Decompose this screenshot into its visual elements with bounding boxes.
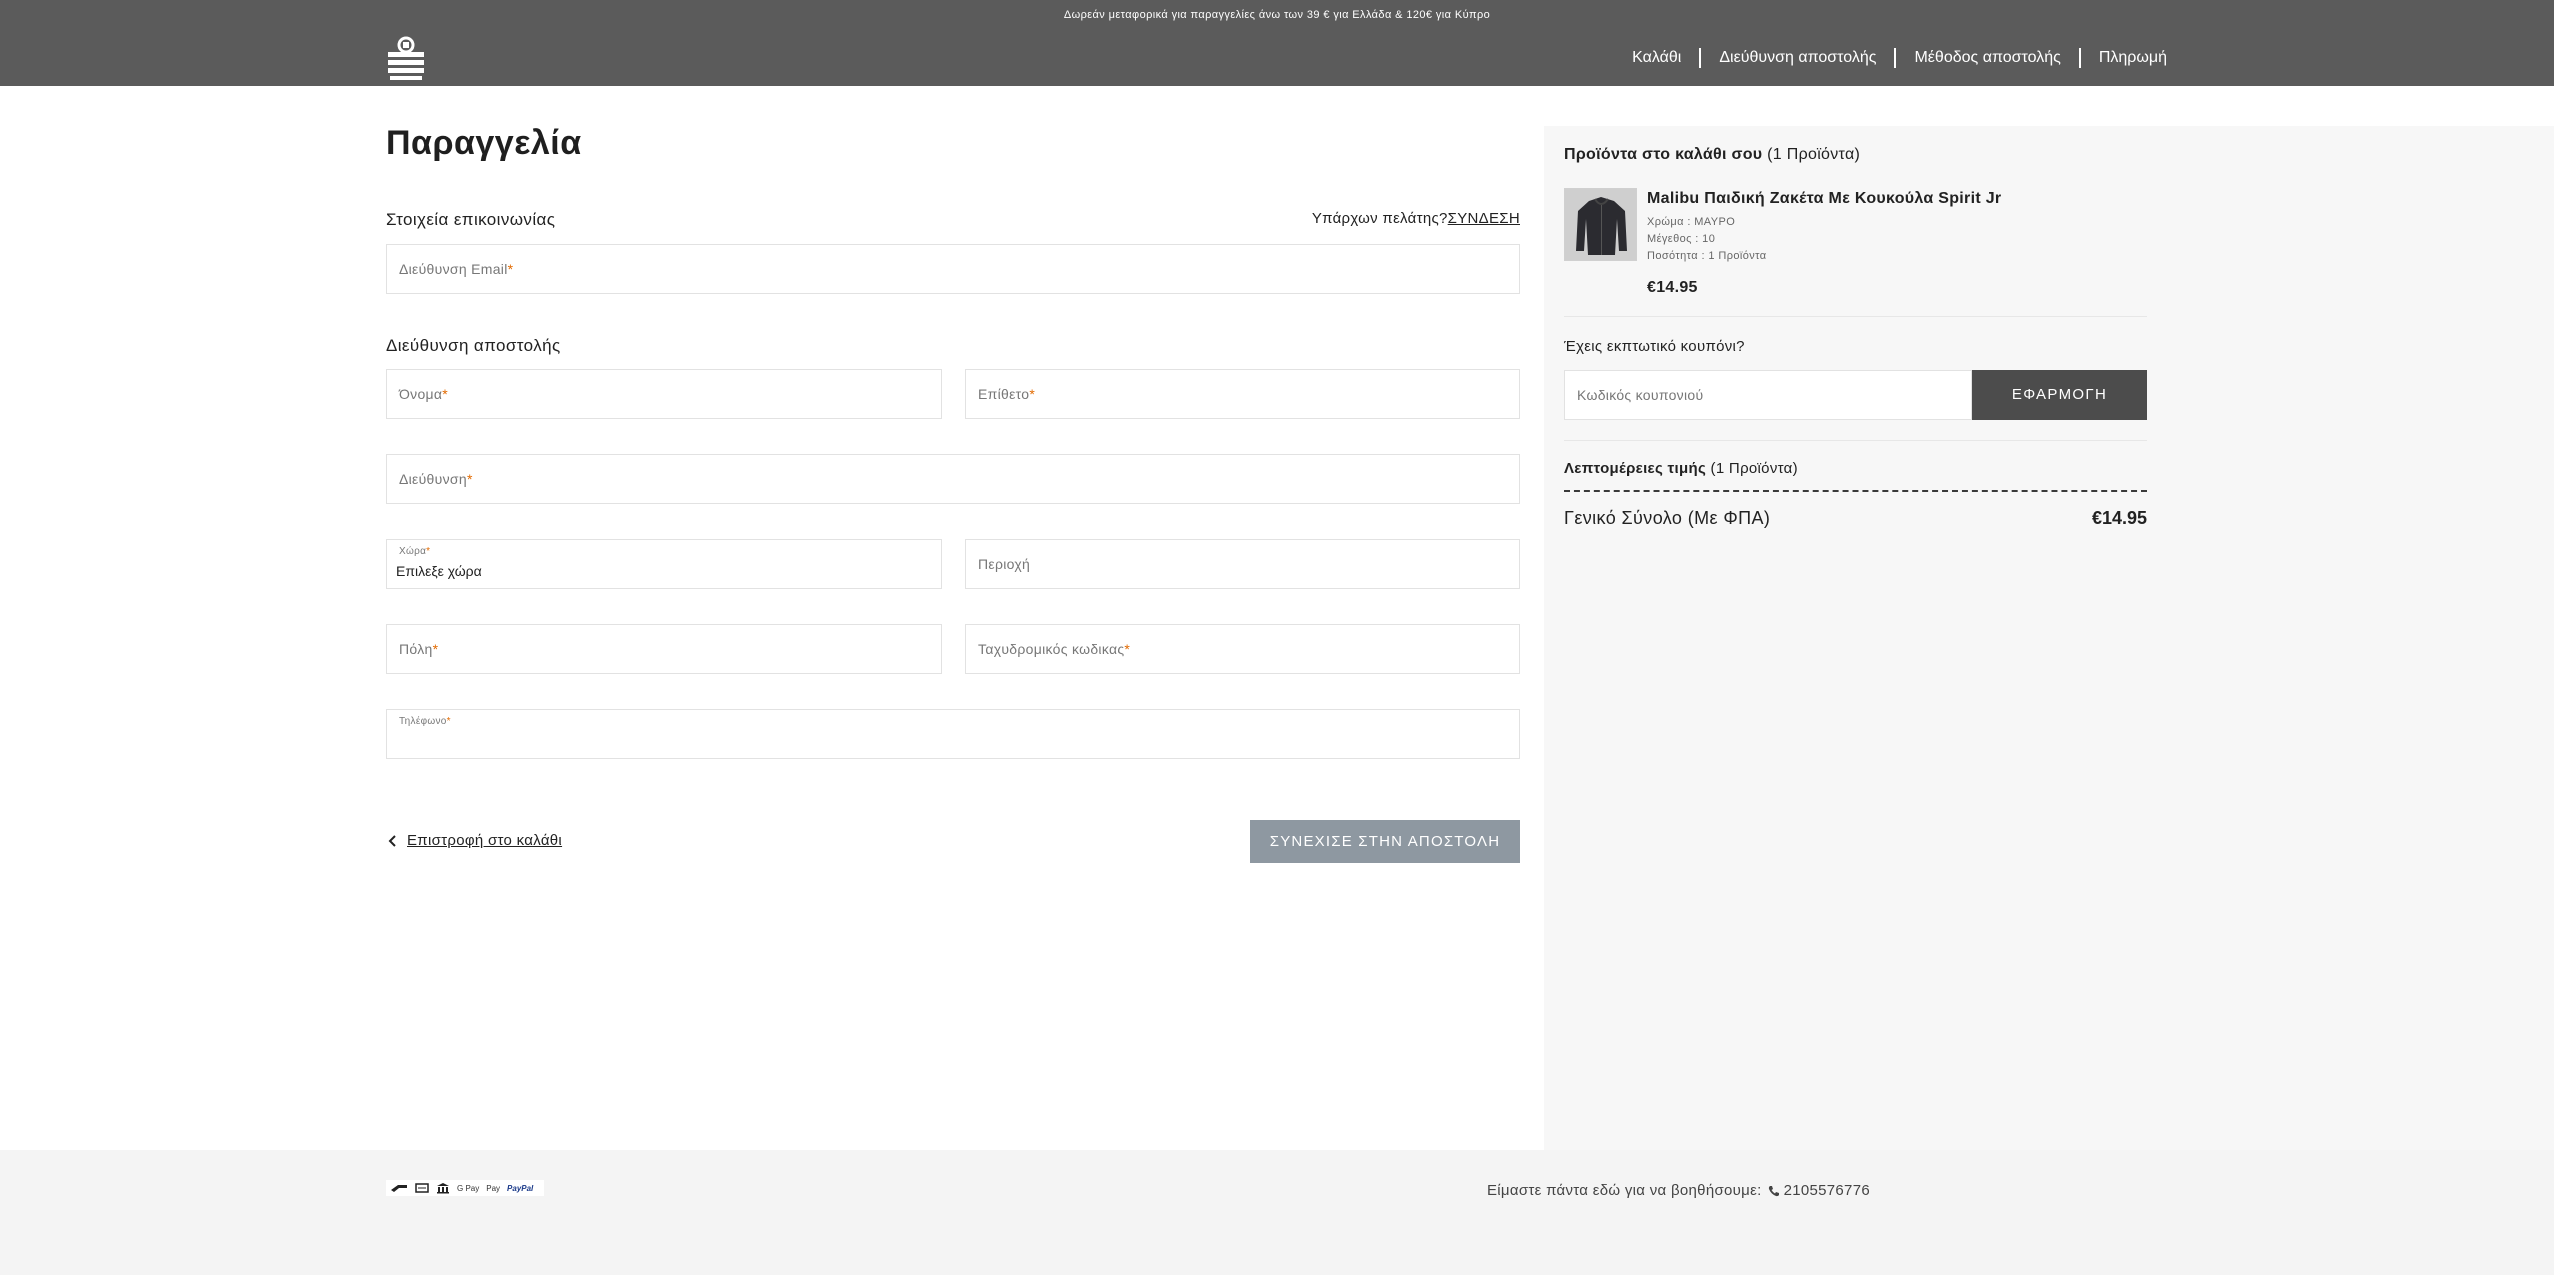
footer: G Pay Pay PayPal Είμαστε πάντα εδώ για ν… [0,1150,2554,1275]
checkout-steps: Καλάθι Διεύθυνση αποστολής Μέθοδος αποστ… [1632,48,2167,68]
email-field[interactable]: Διεύθυνση Email* [386,244,1520,294]
cart-count: (1 Προϊόντα) [1767,146,1861,163]
step-shipping-address[interactable]: Διεύθυνση αποστολής [1699,48,1894,68]
card-payment-icon [391,1185,407,1192]
required-mark: * [1124,641,1131,657]
phone-placeholder: Τηλέφωνο [399,716,447,727]
help-contact: Είμαστε πάντα εδώ για να βοηθήσουμε: 210… [1487,1182,1870,1199]
google-pay-icon: G Pay [457,1183,480,1193]
city-placeholder: Πόλη [399,641,433,657]
order-summary: Προϊόντα στο καλάθι σου (1 Προϊόντα) Mal… [1544,126,2554,1150]
product-price: €14.95 [1647,279,1698,296]
required-mark: * [426,546,431,557]
last-name-placeholder: Επίθετο [978,386,1030,402]
phone-field[interactable]: Τηλέφωνο* [386,709,1520,759]
apple-pay-icon: Pay [486,1183,501,1193]
coupon-placeholder: Κωδικός κουπονιού [1577,387,1704,403]
last-name-field[interactable]: Επίθετο* [965,369,1520,419]
help-text: Είμαστε πάντα εδώ για να βοηθήσουμε: [1486,1182,1762,1199]
shipping-section-label: Διεύθυνση αποστολής [386,336,561,355]
required-mark: * [507,261,514,277]
required-mark: * [466,471,473,487]
paypal-icon: PayPal [507,1183,534,1193]
address-placeholder: Διεύθυνση [399,471,467,487]
region-field[interactable]: Περιοχή [965,539,1520,589]
coupon-question: Έχεις εκπτωτικό κουπόνι? [1564,338,1745,355]
region-placeholder: Περιοχή [978,556,1031,572]
product-size: Μέγεθος : 10 [1647,233,1716,245]
step-cart[interactable]: Καλάθι [1632,48,1699,68]
product-color: Χρώμα : ΜΑΥΡΟ [1647,216,1736,228]
help-phone[interactable]: 2105576776 [1784,1182,1870,1199]
promo-banner: Δωρεάν μεταφορικά για παραγγελίες άνω τω… [1063,9,1491,21]
email-placeholder: Διεύθυνση Email [399,261,508,277]
page-title: Παραγγελία [386,124,582,162]
phone-icon [1768,1185,1779,1196]
product-quantity: Ποσότητα : 1 Προϊόντα [1647,250,1767,262]
back-to-cart-label: Επιστροφή στο καλάθι [407,832,563,849]
product-name[interactable]: Malibu Παιδική Ζακέτα Με Κουκούλα Spirit… [1647,190,2001,208]
divider [1564,440,2147,441]
required-mark: * [446,716,451,727]
total-label: Γενικό Σύνολο (Με ΦΠΑ) [1564,508,1771,528]
chevron-left-icon [388,834,396,847]
address-field[interactable]: Διεύθυνση* [386,454,1520,504]
price-details-heading: Λεπτομέρειες τιμής (1 Προϊόντα) [1564,460,1798,477]
jacket-thumbnail-icon [1565,189,1636,260]
brand-logo-icon[interactable] [386,36,426,80]
product-image[interactable] [1564,188,1637,261]
coupon-input[interactable]: Κωδικός κουπονιού [1564,370,1972,420]
required-mark: * [442,386,449,402]
step-payment[interactable]: Πληρωμή [2078,48,2167,68]
existing-customer-text: Υπάρχων πελάτης? [1311,210,1448,227]
cart-heading: Προϊόντα στο καλάθι σου (1 Προϊόντα) [1564,146,1860,164]
login-link[interactable]: ΣΥΝΔΕΣΗ [1448,210,1520,227]
price-details-title: Λεπτομέρειες τιμής [1564,460,1707,477]
total-value: €14.95 [2091,508,2147,528]
city-field[interactable]: Πόλη* [386,624,942,674]
country-label: Χώρα [399,546,427,557]
cart-title: Προϊόντα στο καλάθι σου [1564,146,1763,163]
required-mark: * [432,641,439,657]
dashed-divider [1564,490,2147,492]
apply-coupon-button[interactable]: ΕΦΑΡΜΟΓΗ [1972,370,2147,420]
divider [1564,316,2147,317]
step-shipping-method[interactable]: Μέθοδος αποστολής [1894,48,2078,68]
contact-section-label: Στοιχεία επικοινωνίας [386,210,556,229]
required-mark: * [1029,386,1036,402]
price-details-count: (1 Προϊόντα) [1710,460,1798,477]
top-header: Δωρεάν μεταφορικά για παραγγελίες άνω τω… [0,0,2554,86]
cash-payment-icon [415,1183,429,1193]
bank-transfer-icon [437,1183,449,1194]
existing-customer: Υπάρχων πελάτης?ΣΥΝΔΕΣΗ [1312,210,1520,227]
payment-methods: G Pay Pay PayPal [386,1180,545,1196]
postal-code-placeholder: Ταχυδρομικός κωδικας [978,641,1125,657]
first-name-field[interactable]: Όνομα* [386,369,942,419]
back-to-cart-link[interactable]: Επιστροφή στο καλάθι [386,832,562,849]
country-value: Επιλεξε χώρα [396,563,482,579]
continue-to-shipping-button[interactable]: ΣΥΝΕΧΙΣΕ ΣΤΗΝ ΑΠΟΣΤΟΛΗ [1250,820,1520,863]
country-select[interactable]: Χώρα* Επιλεξε χώρα [386,539,942,589]
first-name-placeholder: Όνομα [399,386,443,402]
postal-code-field[interactable]: Ταχυδρομικός κωδικας* [965,624,1520,674]
